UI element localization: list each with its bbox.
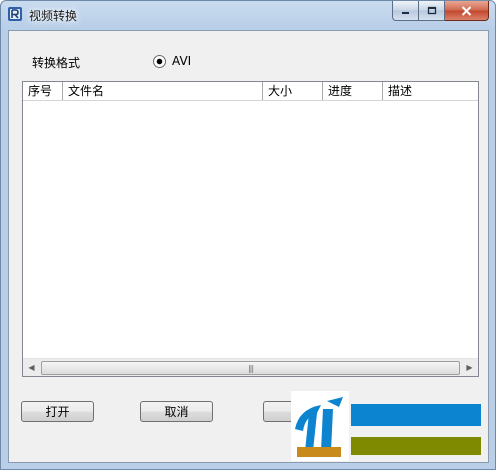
minimize-icon bbox=[401, 11, 409, 14]
column-header-filename[interactable]: 文件名 bbox=[63, 82, 263, 100]
column-header-size[interactable]: 大小 bbox=[263, 82, 323, 100]
caption-buttons bbox=[392, 1, 489, 21]
horizontal-scrollbar[interactable]: ◀ ||| ▶ bbox=[23, 358, 478, 376]
list-header: 序号 文件名 大小 进度 描述 bbox=[23, 82, 478, 101]
close-button[interactable] bbox=[445, 1, 489, 21]
maximize-button[interactable] bbox=[419, 1, 445, 21]
column-header-index[interactable]: 序号 bbox=[23, 82, 63, 100]
format-radio-avi[interactable]: AVI bbox=[153, 54, 191, 68]
scroll-thumb[interactable]: ||| bbox=[41, 361, 460, 375]
app-icon bbox=[8, 7, 22, 21]
title-bar[interactable]: 视频转换 bbox=[1, 1, 495, 29]
scroll-right-icon[interactable]: ▶ bbox=[461, 359, 478, 376]
watermark-icon bbox=[295, 397, 343, 457]
watermark-logo bbox=[291, 391, 491, 461]
maximize-icon bbox=[427, 6, 436, 15]
watermark-bar-blue bbox=[351, 404, 481, 426]
window-title: 视频转换 bbox=[29, 9, 78, 23]
format-option-label: AVI bbox=[172, 54, 192, 68]
open-button[interactable]: 打开 bbox=[21, 401, 94, 422]
close-icon bbox=[461, 5, 472, 16]
file-list[interactable]: 序号 文件名 大小 进度 描述 ◀ ||| ▶ bbox=[22, 81, 479, 377]
scroll-left-icon[interactable]: ◀ bbox=[23, 359, 40, 376]
watermark-mark bbox=[291, 391, 349, 461]
column-header-description[interactable]: 描述 bbox=[383, 82, 478, 100]
watermark-bar-olive bbox=[351, 437, 481, 455]
cancel-button[interactable]: 取消 bbox=[140, 401, 213, 422]
radio-selected-icon[interactable] bbox=[153, 54, 166, 68]
column-header-progress[interactable]: 进度 bbox=[323, 82, 383, 100]
minimize-button[interactable] bbox=[392, 1, 419, 21]
grip-icon: ||| bbox=[247, 363, 254, 373]
format-label: 转换格式 bbox=[32, 56, 81, 70]
